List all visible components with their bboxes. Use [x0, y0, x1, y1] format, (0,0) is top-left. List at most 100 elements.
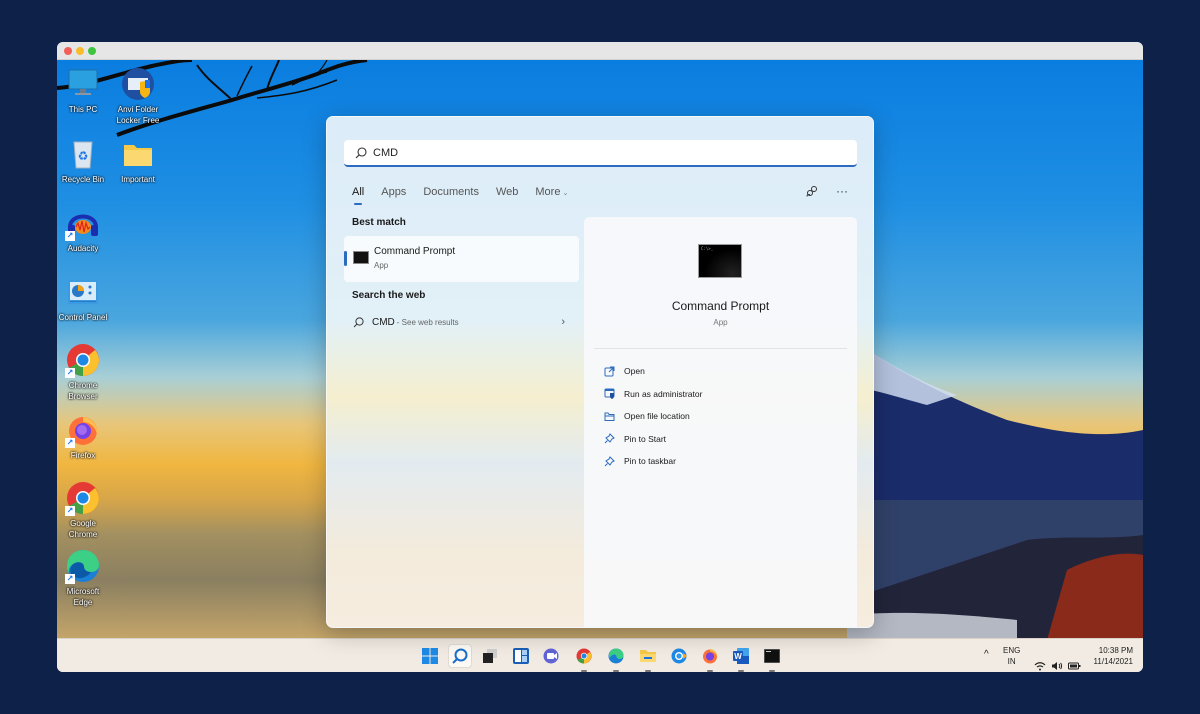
monitor-icon [65, 66, 101, 102]
svg-text:♻: ♻ [78, 149, 89, 163]
taskbar-firefox-button[interactable] [698, 644, 722, 672]
region-code: IN [1007, 657, 1016, 666]
action-pin-to-start[interactable]: Pin to Start [604, 428, 702, 451]
shortcut-arrow-icon: ↗ [65, 231, 75, 241]
control-panel-icon [65, 274, 101, 310]
desktop-icon-important[interactable]: Important [105, 136, 171, 185]
chrome-icon [576, 648, 592, 664]
tab-apps[interactable]: Apps [381, 186, 406, 198]
label-line: Locker Free [116, 116, 160, 125]
running-indicator [613, 670, 619, 672]
firefox-icon [703, 649, 718, 664]
wallpaper-mountain [847, 335, 1143, 638]
label-line: Chrome [68, 381, 98, 390]
file-explorer-icon [640, 650, 656, 662]
taskbar: W ^ ENG IN 10:38 PM 11/14/2021 [57, 638, 1143, 672]
desktop-icon-google-chrome[interactable]: ↗ Google Chrome [57, 480, 116, 540]
action-open-file-location[interactable]: Open file location [604, 405, 702, 428]
label-line: Edge [73, 598, 93, 607]
tab-web[interactable]: Web [496, 186, 518, 198]
close-window-button[interactable] [64, 47, 72, 55]
edge-icon [608, 648, 624, 664]
tab-more-label: More [535, 186, 561, 198]
command-prompt-icon [353, 251, 369, 264]
search-input[interactable] [373, 146, 833, 159]
edge-icon: ↗ [65, 548, 101, 584]
more-options-button[interactable]: ··· [833, 183, 851, 199]
clock-date: 11/14/2021 [1093, 657, 1133, 666]
taskbar-command-prompt-button[interactable] [760, 644, 784, 672]
desktop-icon-label: Anvi Folder Locker Free [105, 104, 171, 126]
label-line: Chrome [68, 530, 98, 539]
desktop-icon-chrome-browser[interactable]: ↗ Chrome Browser [57, 342, 116, 402]
search-icon [353, 316, 364, 327]
action-open[interactable]: Open [604, 360, 702, 383]
taskbar-file-explorer-button[interactable] [636, 644, 660, 672]
linked-accounts-icon [806, 186, 817, 197]
taskbar-widgets-button[interactable] [509, 644, 533, 668]
pin-icon [604, 433, 615, 444]
teams-chat-icon [543, 648, 559, 664]
label-line: Google [70, 519, 96, 528]
search-icon [452, 648, 468, 664]
label-line: Anvi Folder [117, 105, 159, 114]
action-run-as-administrator[interactable]: Run as administrator [604, 383, 702, 406]
desktop-icon-label: Important [121, 175, 155, 184]
desktop-icon-control-panel[interactable]: Control Panel [57, 274, 116, 323]
pin-icon [604, 455, 615, 467]
desktop-icon-label: Google Chrome [57, 518, 116, 540]
windows-start-icon [422, 648, 438, 664]
search-web-heading: Search the web [352, 290, 426, 301]
system-tray-icons[interactable] [1034, 649, 1081, 672]
clock[interactable]: 10:38 PM 11/14/2021 [1087, 645, 1133, 672]
running-indicator [738, 670, 744, 672]
windows-search-panel: All Apps Documents Web More⌄ ··· Best ma… [326, 116, 874, 628]
tray-overflow-button[interactable]: ^ [984, 649, 989, 672]
shortcut-arrow-icon: ↗ [65, 574, 75, 584]
language-indicator[interactable]: ENG IN [1003, 645, 1020, 672]
search-box[interactable] [344, 140, 857, 167]
taskbar-word-button[interactable]: W [729, 644, 753, 672]
tab-documents[interactable]: Documents [423, 186, 479, 198]
action-label: Open [624, 366, 645, 377]
best-match-result[interactable]: Command Prompt App [344, 236, 579, 282]
taskbar-edge-button[interactable] [604, 644, 628, 672]
action-label: Run as administrator [624, 388, 703, 399]
desktop-icon-firefox[interactable]: ↗ Firefox [57, 412, 116, 461]
desktop-icon-microsoft-edge[interactable]: ↗ Microsoft Edge [57, 548, 116, 608]
best-match-heading: Best match [352, 217, 406, 228]
taskbar-chrome-canary-button[interactable] [667, 644, 691, 668]
folder-locker-icon [120, 66, 156, 102]
command-prompt-icon [764, 649, 780, 663]
shortcut-arrow-icon: ↗ [65, 438, 75, 448]
action-label: Pin to taskbar [624, 456, 676, 467]
taskbar-chat-button[interactable] [540, 644, 564, 668]
taskbar-chrome-button[interactable] [572, 644, 596, 672]
desktop-icon-label: Audacity [67, 244, 99, 253]
audacity-icon: ↗ [65, 205, 101, 241]
label-line: Browser [68, 392, 98, 401]
taskbar-task-view-button[interactable] [478, 644, 502, 668]
desktop-icon-label: Microsoft Edge [57, 586, 116, 608]
desktop-icon-anvi-folder-locker[interactable]: Anvi Folder Locker Free [105, 66, 171, 126]
firefox-icon: ↗ [65, 412, 101, 448]
selection-indicator [344, 251, 347, 266]
task-view-icon [483, 649, 497, 663]
desktop-icon-audacity[interactable]: ↗ Audacity [57, 205, 116, 254]
shortcut-arrow-icon: ↗ [65, 368, 75, 378]
taskbar-start-button[interactable] [418, 644, 442, 668]
taskbar-search-button[interactable] [448, 644, 472, 668]
recycle-bin-icon: ♻ [65, 136, 101, 172]
tab-more[interactable]: More ⌄ [535, 186, 568, 198]
command-prompt-large-icon: C:\>_ [698, 244, 742, 278]
maximize-window-button[interactable] [88, 47, 96, 55]
action-pin-to-taskbar[interactable]: Pin to taskbar [604, 450, 702, 473]
minimize-window-button[interactable] [76, 47, 84, 55]
tab-all[interactable]: All [352, 186, 364, 205]
widgets-icon [513, 648, 529, 664]
results-list: Best match Command Prompt App Search the… [344, 217, 579, 335]
accounts-button[interactable] [803, 183, 821, 199]
clock-time: 10:38 PM [1098, 646, 1133, 655]
web-search-result[interactable]: CMD - See web results › [344, 309, 579, 335]
desktop-icon-label: Chrome Browser [57, 380, 116, 402]
